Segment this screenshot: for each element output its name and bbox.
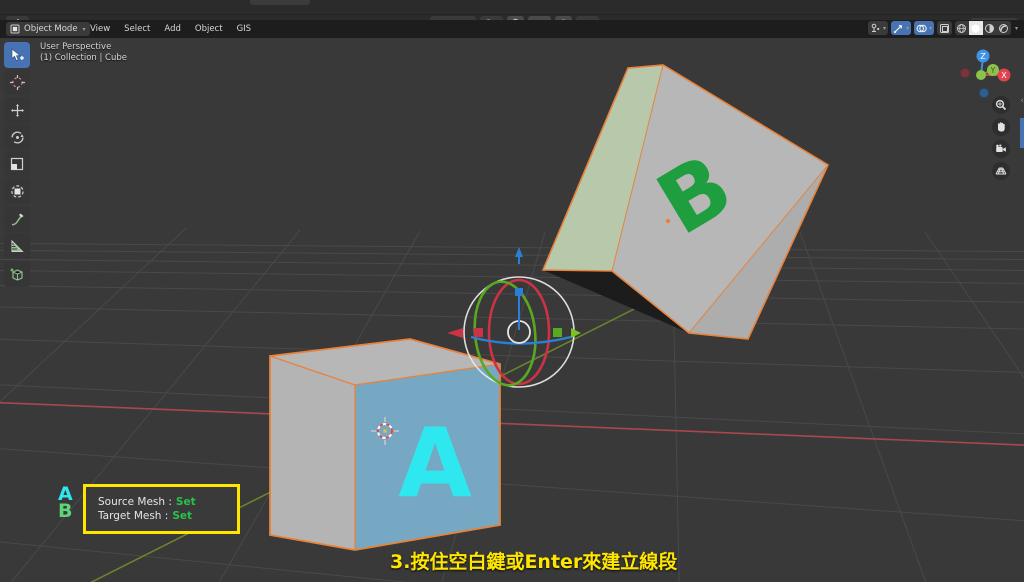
cube-a-letter: A [398,409,472,519]
legend-letter-b: B [58,500,73,522]
select-box-icon [11,47,24,61]
gizmo-x-label: X [1001,71,1007,80]
tool-transform[interactable] [4,178,30,204]
object-visibility-dropdown[interactable]: ▾ [867,21,888,35]
tool-group-transform [4,97,30,204]
rendered-shading-icon [999,23,1009,33]
chevron-down-icon: ▾ [928,24,932,32]
viewport-menu-bar: View Select Add Object GIS [84,22,257,36]
blender-window: ▾ Local ▾ [0,0,1024,582]
gizmo-z-label: Z [980,52,986,61]
camera-view-button[interactable] [992,140,1010,158]
target-mesh-row: Target Mesh : Set [98,510,237,522]
viewport-nav-buttons [992,96,1010,180]
magnifier-icon [995,99,1007,111]
shading-dropdown-chevron-icon[interactable]: ▾ [1015,25,1018,32]
annotate-pen-icon [11,213,23,225]
transform-icon [10,184,24,198]
gizmo-neg-x-ball [960,68,970,78]
add-cube-icon [10,268,23,281]
rendered-shading-button[interactable] [997,21,1011,35]
tool-group-select [4,42,30,95]
navigation-gizmo[interactable]: X Y Z [956,43,1014,101]
viewport-info: User Perspective (1) Collection | Cube [40,42,127,64]
toggle-perspective-button[interactable] [992,162,1010,180]
source-mesh-value: Set [175,496,196,508]
wireframe-shading-icon [957,23,967,33]
tool-add-cube[interactable] [4,261,30,287]
instruction-chinese: 3.按住空白鍵或Enter來建立線段 [390,551,678,573]
object-visibility-icon [871,23,880,32]
menu-select-label: Select [124,24,151,34]
perspective-label: User Perspective [40,42,112,52]
overlays-icon [916,24,927,32]
gizmo-neg-z-ball [979,88,989,98]
source-mesh-label: Source Mesh : [98,496,172,508]
grid-perspective-icon [995,167,1007,175]
cube-b-origin-dot [665,218,671,224]
tool-annotate[interactable] [4,206,30,232]
menu-add-label: Add [164,24,181,34]
chevron-down-icon: ▾ [905,24,909,32]
xray-toggle[interactable] [936,21,952,35]
solid-shading-icon [971,24,980,32]
menu-gis-label: GIS [236,24,252,34]
overlays-toggle[interactable]: ▾ [913,21,934,35]
ab-legend: A B [58,485,73,522]
top-bar [0,0,1024,15]
wireframe-shading-button[interactable] [955,21,969,35]
menu-view[interactable]: View [84,22,116,36]
tool-group-annotate [4,206,30,259]
material-preview-button[interactable] [983,21,997,35]
move-icon [10,103,24,117]
gizmo-origin-ball [976,70,986,80]
cube-a-left-face [270,356,355,550]
menu-object[interactable]: Object [189,22,229,36]
tool-scale[interactable] [4,151,30,177]
source-mesh-row: Source Mesh : Set [98,496,237,508]
solid-shading-button[interactable] [968,21,983,35]
mode-label: Object Mode [24,24,78,34]
menu-gis[interactable]: GIS [231,22,258,36]
camera-icon [996,144,1006,152]
menu-select[interactable]: Select [118,22,156,36]
sidebar-expand-arrow-icon[interactable]: ‹ [1020,96,1024,106]
object-mode-icon [10,24,20,34]
tool-group-add [4,261,30,287]
tool-rotate[interactable] [4,124,30,150]
menu-object-label: Object [194,24,223,34]
mode-dropdown[interactable]: Object Mode ▾ [6,22,90,36]
chevron-down-icon: ▾ [882,24,886,32]
hand-icon [998,122,1005,132]
target-mesh-label: Target Mesh : [98,510,169,522]
3d-cursor [371,417,399,445]
sidebar-tab-indicator[interactable] [1020,118,1024,148]
tool-move[interactable] [4,97,30,123]
mesh-assignment-panel: Source Mesh : Set Target Mesh : Set [83,484,240,534]
gizmo-toggle[interactable]: ▾ [890,21,911,35]
3d-viewport[interactable]: B A User Perspective (1) Collection | Cu… [0,38,1024,582]
material-preview-icon [985,23,995,33]
tool-cursor[interactable] [4,69,30,95]
target-mesh-value: Set [172,510,193,522]
top-bar-tab-sliver [250,0,310,5]
xray-icon [939,23,949,33]
shading-controls: ▾ ▾ ▾ ▾ [867,21,1018,35]
shading-mode-group [954,21,1011,35]
tool-measure[interactable] [4,233,30,259]
pan-button[interactable] [992,118,1010,136]
menu-add[interactable]: Add [158,22,186,36]
gizmo-icon [893,24,903,33]
menu-view-label: View [90,24,111,34]
gizmo-y-label: Y [990,66,996,75]
collection-label: (1) Collection | Cube [40,53,128,63]
viewport-toolbar [4,42,30,287]
measure-ruler-icon [11,239,24,252]
scale-icon [10,157,23,170]
3d-cursor-icon [9,74,25,90]
zoom-button[interactable] [992,96,1010,114]
rotate-icon [10,130,24,144]
tool-select-box[interactable] [4,42,30,68]
